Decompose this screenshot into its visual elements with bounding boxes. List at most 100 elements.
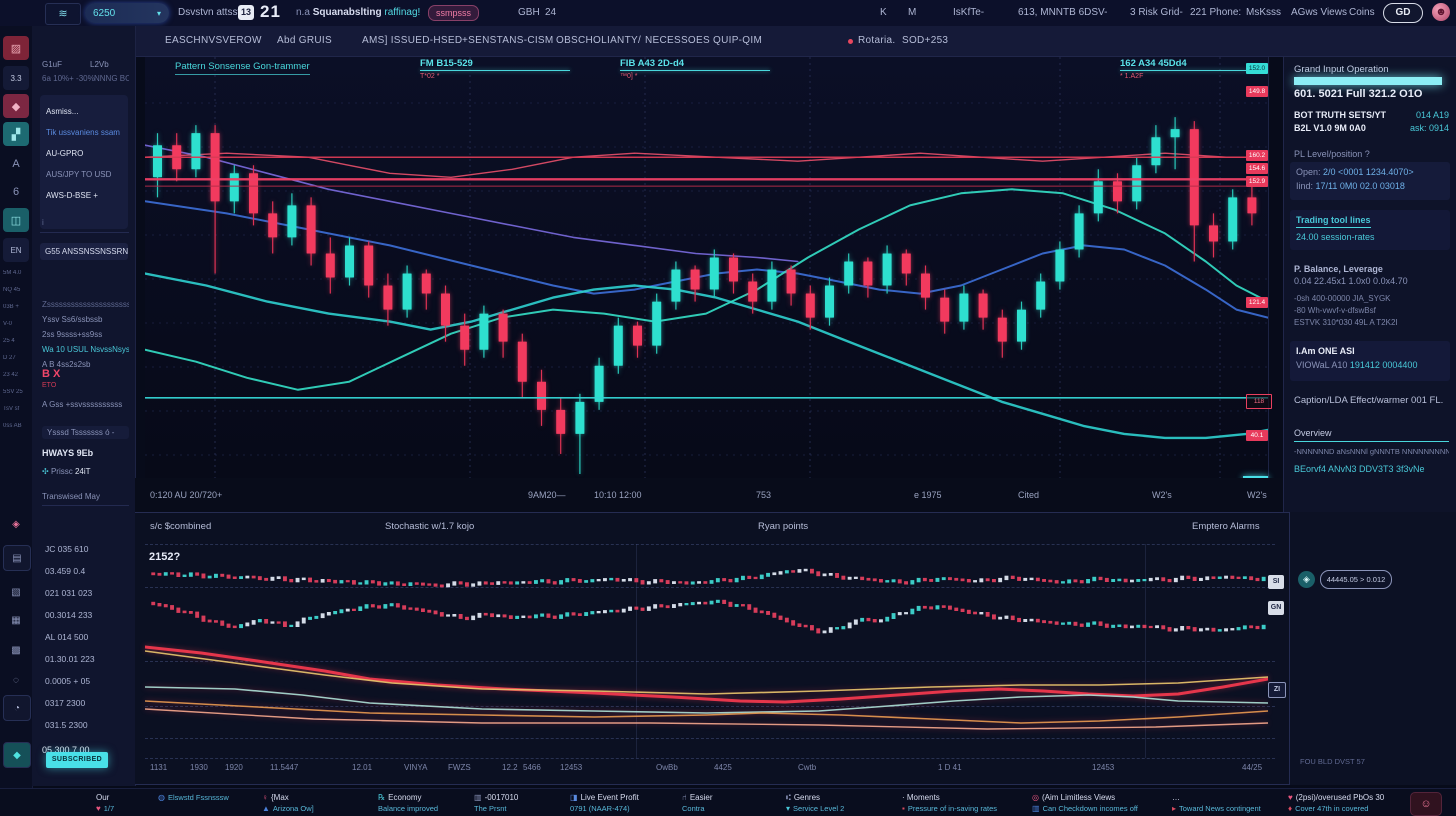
toolbar-item[interactable]: AMS] ISSUED-HSED bbox=[362, 35, 462, 46]
iind-row: Iind: 17/11 0M0 02.0 03018 bbox=[1296, 181, 1444, 191]
rail-tool-icon[interactable]: ◆ bbox=[3, 742, 31, 768]
indicator-tick-label: 1 D 41 bbox=[938, 763, 962, 772]
rail-mini-label: 5SV 25 bbox=[3, 389, 30, 395]
avatar[interactable]: ☻ bbox=[1432, 3, 1450, 21]
taskbar-item-sub: ▸Toward News contingent bbox=[1172, 803, 1261, 814]
trading-tools-box[interactable]: Trading tool lines 24.00 session-rates bbox=[1290, 210, 1450, 250]
taskbar-item[interactable]: ▥-0017010The Prsnt bbox=[474, 792, 518, 814]
indicator-tick-label: Cwtb bbox=[798, 763, 816, 772]
taskbar-item[interactable]: ⑆Genres▾Service Level 2 bbox=[786, 792, 844, 814]
rail-tool-icon[interactable]: ▞ bbox=[3, 122, 29, 146]
taskbar-item-icon: ◨ bbox=[570, 792, 578, 803]
rail-tool-icon[interactable]: ▦ bbox=[3, 608, 29, 632]
hways-label: HWAYS 9Eb bbox=[42, 448, 129, 458]
watchlist-sidebar: G1uF L2Vb 6a 10%+ -30% NNNG BOW Asmiss..… bbox=[32, 26, 136, 786]
panel-header: Grand Input Operation bbox=[1294, 64, 1449, 75]
order-details-panel: Grand Input Operation 601. 5021 Full 321… bbox=[1283, 57, 1456, 512]
rail-tool-icon[interactable]: EN bbox=[3, 238, 29, 262]
value-pill[interactable]: 44445.05 > 0.012 bbox=[1320, 570, 1392, 589]
rail-tool-icon[interactable]: Α bbox=[3, 152, 29, 176]
subscribe-button[interactable]: SUBSCRIBED bbox=[46, 752, 108, 768]
toolbar-item[interactable]: Abd GRUIS bbox=[277, 35, 332, 46]
toolbar-item[interactable]: EASCHNVSVEROW bbox=[165, 35, 262, 46]
taskbar-item[interactable]: Our♥1/7 bbox=[96, 792, 114, 814]
taskbar-item-icon: ⑁ bbox=[682, 792, 687, 803]
sidebar-boxed-row[interactable]: Ysssd Tsssssss ó - bbox=[42, 426, 129, 439]
taskbar-item-label: ◨Live Event Profit bbox=[570, 792, 639, 803]
sidebar-row[interactable]: Zsssssssssssssssssssss bbox=[42, 300, 129, 309]
taskbar-item-label: ⑁Easier bbox=[682, 792, 713, 803]
order-row-1: BOT TRUTH SETS/YT 014 A19 bbox=[1294, 110, 1449, 120]
candlestick-chart[interactable] bbox=[145, 57, 1268, 478]
rail-tool-icon[interactable]: ▧ bbox=[3, 580, 29, 604]
taskbar-item[interactable]: ℞EconomyBalance improved bbox=[378, 792, 438, 814]
rail-mini-label: 0ss AB bbox=[3, 423, 30, 429]
topbar-menu-item[interactable]: IsKfTe- bbox=[953, 7, 984, 18]
topbar-menu-item[interactable]: 221 Phone: bbox=[1190, 7, 1241, 18]
taskbar-item-sub: ◍Elswstd Fssnsssw bbox=[158, 792, 229, 803]
time-axis[interactable]: 0:120 AU 20/720+9AM20—10:10 12:00753e 19… bbox=[135, 478, 1290, 513]
rail-tool-icon[interactable]: ▩ bbox=[3, 638, 29, 662]
account-box: I.Am ONE ASI VIOWaL A10 191412 0004400 bbox=[1290, 341, 1450, 381]
sidebar-row[interactable]: Yssv Ss6/ssbssb bbox=[42, 315, 129, 324]
sidebar-row-after[interactable]: A Gss +ssvssssssssss bbox=[42, 400, 129, 409]
marker-badge-icon[interactable]: ◈ bbox=[1298, 571, 1315, 588]
taskbar-item[interactable]: …▸Toward News contingent bbox=[1172, 792, 1261, 814]
main-chart[interactable]: Pattern Sonsense Gon-trammer FM B15-529T… bbox=[145, 57, 1269, 478]
topbar-menu-item[interactable]: 613, MNNTB 6DSV- bbox=[1018, 7, 1107, 18]
sidebar-row[interactable]: Wa 10 USUL NsvssNsys9ss bbox=[42, 345, 129, 354]
topbar-menu-item[interactable]: AGws Views bbox=[1291, 7, 1347, 18]
rail-tool-icon[interactable]: ◔ bbox=[3, 695, 31, 721]
toolbar-live-label[interactable]: Rotaria. bbox=[858, 35, 895, 46]
sidebar-row[interactable]: 2ss 9ssss+ss9ss bbox=[42, 330, 129, 339]
rail-tool-icon[interactable]: ◆ bbox=[3, 94, 29, 118]
highlight-bar bbox=[1294, 77, 1442, 85]
sell-signal-label[interactable]: B X bbox=[42, 368, 129, 380]
time-axis-label: 753 bbox=[756, 490, 771, 500]
indicator-number-row: 01.30.01 223 bbox=[45, 648, 131, 670]
toolbar-item[interactable]: OBSCHOLIANTY/ bbox=[556, 35, 641, 46]
rail-tool-icon[interactable]: ▤ bbox=[3, 545, 31, 571]
rail-tool-icon[interactable]: ◈ bbox=[3, 512, 29, 536]
taskbar-item[interactable]: ◎(Aim Limitless Views▥Can Checkdown inco… bbox=[1032, 792, 1138, 814]
rail-mini-label: D 27 bbox=[3, 355, 30, 361]
taskbar-item[interactable]: ◨Live Event Profit0791 (NAAR-474) bbox=[570, 792, 639, 814]
rail-tool-icon[interactable]: 3.3 bbox=[3, 66, 29, 90]
account-title: I.Am ONE ASI bbox=[1296, 346, 1444, 356]
app-tile-icon[interactable]: ☺ bbox=[1410, 792, 1442, 816]
chart-legend[interactable]: Pattern Sonsense Gon-trammer bbox=[175, 61, 310, 75]
top-bar: ≋ 6250 ▾ Dsvstvn attssv 13 21 n.a Squana… bbox=[0, 0, 1456, 27]
bottom-right-strip: ◈ 44445.05 > 0.012 FOU BLD DVST 57 bbox=[1290, 512, 1456, 785]
rail-mini-label: V-0 bbox=[3, 321, 30, 327]
rail-tool-icon[interactable]: 6 bbox=[3, 180, 29, 204]
rail-tool-icon[interactable]: ▨ bbox=[3, 36, 29, 60]
indicator-tick-label: 12453 bbox=[1092, 763, 1114, 772]
toolbar-item[interactable]: NECESSOES QUIP-QIM bbox=[645, 35, 762, 46]
time-axis-label: Cited bbox=[1018, 490, 1039, 500]
taskbar-item-label: ⑆Genres bbox=[786, 792, 844, 803]
taskbar-item-sub: Balance improved bbox=[378, 803, 438, 814]
taskbar-item[interactable]: ⑁EasierContra bbox=[682, 792, 713, 814]
indicator-number-list: JC 035 61003.459 0.4021 031 02300.3014 2… bbox=[45, 538, 131, 736]
go-pill-button[interactable]: GD bbox=[1383, 3, 1423, 23]
rail-tool-icon[interactable]: ◫ bbox=[3, 208, 29, 232]
rail-tool-icon[interactable]: ◌ bbox=[3, 668, 29, 692]
topbar-menu-item[interactable]: 3 Risk Grid- bbox=[1130, 7, 1183, 18]
toolbar-item[interactable]: +SENSTANS-CISM bbox=[462, 35, 554, 46]
topbar-menu-item[interactable]: MsKsss bbox=[1246, 7, 1281, 18]
taskbar-item-sub: ▾Service Level 2 bbox=[786, 803, 844, 814]
overview-underline bbox=[1294, 441, 1449, 442]
topbar-menu-item[interactable]: Coins bbox=[1349, 7, 1375, 18]
indicator-tick-label: 4425 bbox=[714, 763, 732, 772]
order-row-1-value: 014 A19 bbox=[1416, 110, 1449, 120]
taskbar-item[interactable]: ♀{Max▲Arizona Ow] bbox=[262, 792, 314, 814]
order-row-2-value: ask: 0914 bbox=[1410, 123, 1449, 133]
taskbar-item[interactable]: ◍Elswstd Fssnsssw bbox=[158, 792, 229, 803]
taskbar-item[interactable]: · Moments▪Pressure of in-saving rates bbox=[902, 792, 997, 814]
indicator-panel[interactable]: s/c $combinedStochastic w/1.7 kojoRyan p… bbox=[135, 512, 1290, 785]
price-row[interactable]: ✣ Prissc 24iT bbox=[42, 467, 129, 476]
open-position-box: Open: 2/0 <0001 1234.4070> Iind: 17/11 0… bbox=[1290, 162, 1450, 200]
taskbar-item[interactable]: ♥(2psi)/overused PbOs 30♦Cover 47th in c… bbox=[1288, 792, 1384, 814]
trading-tools-header[interactable]: Trading tool lines bbox=[1296, 215, 1371, 228]
overview-link[interactable]: BEorvf4 ANvN3 DDV3T3 3f3vNe bbox=[1294, 464, 1449, 474]
